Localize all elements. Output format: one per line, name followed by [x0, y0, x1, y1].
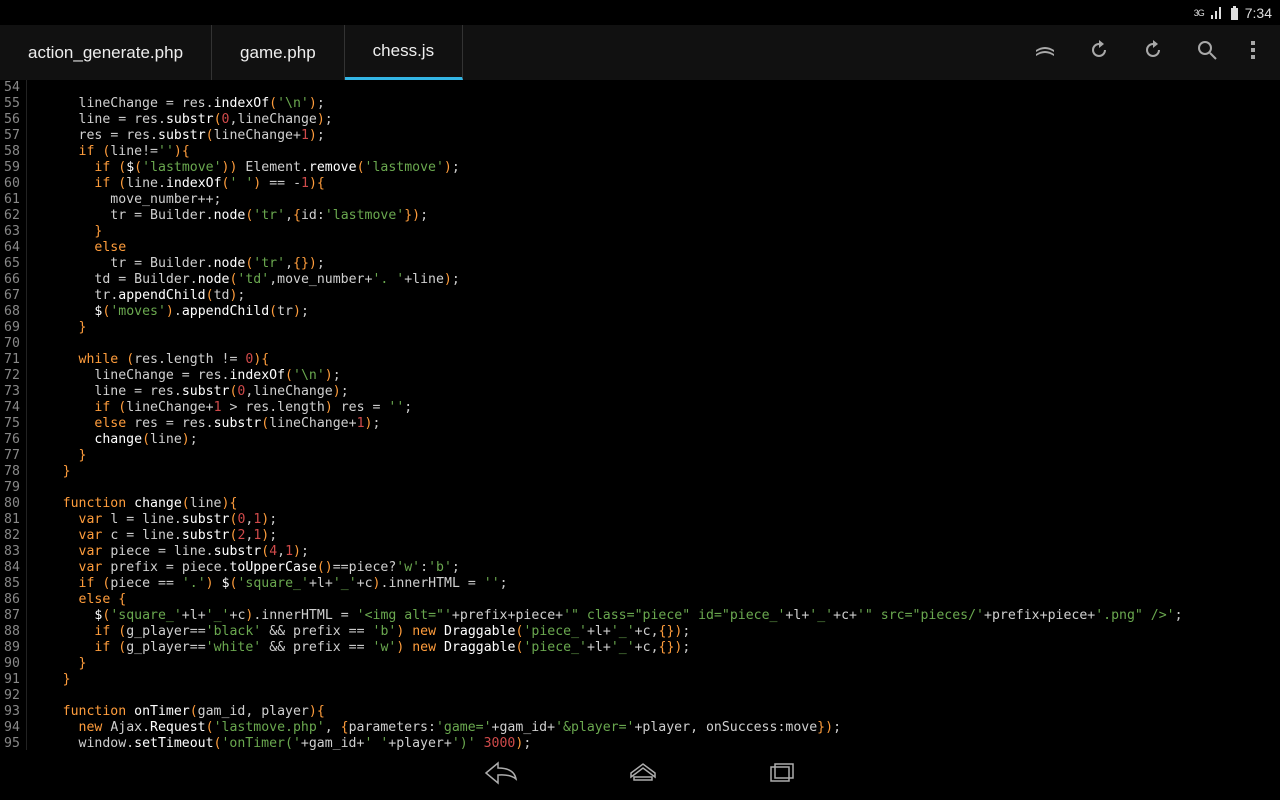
tab-game[interactable]: game.php	[212, 25, 345, 80]
battery-icon	[1230, 6, 1239, 20]
burger-icon[interactable]	[1034, 39, 1056, 66]
line-number-gutter: 5455565758596061626364656667686970717273…	[0, 80, 27, 750]
tab-label: chess.js	[373, 41, 434, 61]
tab-chess[interactable]: chess.js	[345, 25, 463, 80]
tab-label: action_generate.php	[28, 43, 183, 63]
redo-icon[interactable]	[1142, 39, 1164, 66]
tab-bar: action_generate.php game.php chess.js	[0, 25, 1280, 80]
search-icon[interactable]	[1196, 39, 1218, 66]
clock: 7:34	[1245, 5, 1272, 21]
tab-label: game.php	[240, 43, 316, 63]
toolbar	[1034, 25, 1280, 80]
signal-icon	[1210, 6, 1224, 20]
undo-icon[interactable]	[1088, 39, 1110, 66]
network-3g-icon: 3G	[1194, 8, 1204, 18]
home-icon[interactable]	[628, 761, 658, 789]
tab-action-generate[interactable]: action_generate.php	[0, 25, 212, 80]
android-nav-bar	[0, 750, 1280, 800]
back-icon[interactable]	[484, 761, 518, 789]
recent-apps-icon[interactable]	[768, 761, 796, 789]
overflow-icon[interactable]	[1250, 39, 1256, 66]
code-editor[interactable]: 5455565758596061626364656667686970717273…	[0, 80, 1280, 750]
code-area[interactable]: lineChange = res.indexOf('\n'); line = r…	[27, 80, 1280, 750]
android-status-bar: 3G 7:34	[0, 0, 1280, 25]
